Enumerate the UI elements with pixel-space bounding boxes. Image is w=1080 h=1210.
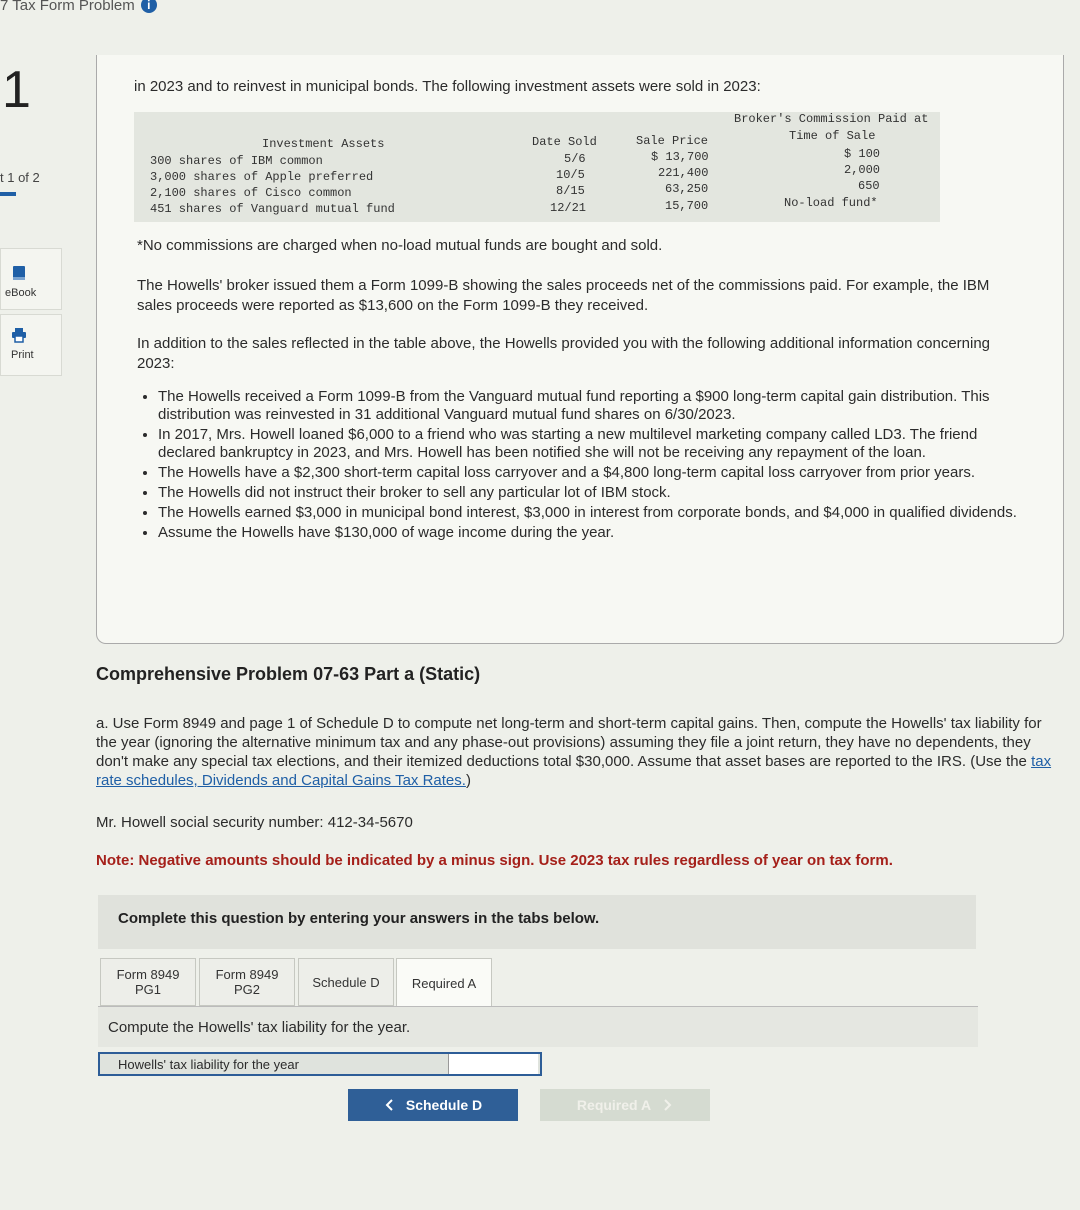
liability-row: Howells' tax liability for the year — [98, 1052, 542, 1076]
prev-button[interactable]: Schedule D — [348, 1089, 518, 1121]
next-button[interactable]: Required A — [540, 1089, 710, 1121]
col-header-price: Sale Price — [636, 134, 709, 148]
ebook-button[interactable]: eBook — [0, 248, 62, 310]
tab-label-2: PG1 — [134, 982, 161, 997]
ebook-label: eBook — [5, 287, 37, 299]
paragraph-1099b: The Howells' broker issued them a Form 1… — [137, 277, 990, 314]
row-date: 8/15 — [556, 184, 585, 198]
list-item: The Howells have a $2,300 short-term cap… — [158, 464, 1018, 482]
list-item: Assume the Howells have $130,000 of wage… — [158, 524, 1018, 542]
tab-form-8949-pg2[interactable]: Form 8949 PG2 — [199, 958, 295, 1006]
tab-panel: Compute the Howells' tax liability for t… — [98, 1007, 978, 1047]
info-icon[interactable]: i — [140, 0, 157, 13]
investment-assets-table: Investment Assets Date Sold Sale Price B… — [134, 112, 940, 222]
tab-label: Required A — [411, 976, 477, 991]
assignment-title-text: 7 Tax Form Problem — [0, 0, 135, 14]
part-a-tail: ) — [465, 772, 471, 789]
tabs-instruction-box: Complete this question by entering your … — [98, 895, 976, 949]
col-header-commission: Broker's Commission Paid at — [734, 112, 929, 126]
chevron-right-icon — [664, 1099, 672, 1111]
problem-intro: in 2023 and to reinvest in municipal bon… — [134, 78, 761, 95]
note-text: Note: Negative amounts should be indicat… — [96, 852, 893, 869]
prev-button-label: Schedule D — [405, 1097, 483, 1113]
tab-label-2: PG2 — [233, 982, 260, 997]
assignment-title: 7 Tax Form Problem i — [0, 0, 157, 14]
row-price: $ 13,700 — [651, 150, 709, 164]
part-progress-bar — [0, 192, 16, 196]
ssn-text: Mr. Howell social security number: 412-3… — [96, 814, 413, 831]
section-title: Comprehensive Problem 07-63 Part a (Stat… — [96, 664, 481, 684]
col-header-asset: Investment Assets — [262, 137, 385, 151]
list-item: The Howells earned $3,000 in municipal b… — [158, 504, 1018, 522]
row-price: 15,700 — [665, 199, 709, 213]
liability-input[interactable] — [448, 1054, 538, 1074]
row-date: 12/21 — [550, 201, 587, 215]
row-commission: 650 — [858, 179, 880, 193]
row-date: 10/5 — [556, 168, 585, 182]
print-label: Print — [11, 349, 34, 361]
tab-label: Schedule D — [312, 974, 380, 990]
next-button-label: Required A — [576, 1097, 652, 1113]
row-asset: 300 shares of IBM common — [150, 154, 323, 168]
row-asset: 451 shares of Vanguard mutual fund — [150, 202, 395, 216]
part-a-instructions: a. Use Form 8949 and page 1 of Schedule … — [96, 714, 1061, 790]
additional-info-list: The Howells received a Form 1099-B from … — [140, 388, 1018, 544]
row-price: 63,250 — [665, 182, 709, 196]
row-price: 221,400 — [658, 166, 709, 180]
list-item: The Howells received a Form 1099-B from … — [158, 388, 1018, 424]
printer-icon — [12, 328, 26, 343]
compute-label: Compute the Howells' tax liability for t… — [108, 1019, 411, 1036]
row-commission: No-load fund* — [784, 196, 878, 210]
part-a-text: a. Use Form 8949 and page 1 of Schedule … — [96, 715, 1042, 770]
tab-label: Form 8949 — [215, 967, 279, 982]
paragraph-additional-info: In addition to the sales reflected in th… — [137, 335, 991, 372]
row-date: 5/6 — [564, 152, 586, 166]
row-asset: 2,100 shares of Cisco common — [150, 186, 352, 200]
col-header-commission-2: Time of Sale — [789, 129, 876, 143]
chevron-left-icon — [385, 1099, 393, 1111]
tab-schedule-d[interactable]: Schedule D — [298, 958, 394, 1006]
row-commission: 2,000 — [844, 163, 881, 177]
list-item: The Howells did not instruct their broke… — [158, 484, 1018, 502]
tab-label: Form 8949 — [116, 967, 180, 982]
print-button[interactable]: Print — [0, 314, 62, 376]
row-asset: 3,000 shares of Apple preferred — [150, 170, 374, 184]
list-item: In 2017, Mrs. Howell loaned $6,000 to a … — [158, 426, 1018, 462]
book-icon — [13, 266, 25, 280]
row-commission: $ 100 — [844, 147, 881, 161]
col-header-date: Date Sold — [532, 135, 597, 149]
question-number: 1 — [2, 61, 31, 119]
footnote: *No commissions are charged when no-load… — [137, 237, 663, 254]
tab-form-8949-pg1[interactable]: Form 8949 PG1 — [100, 958, 196, 1006]
tab-required-a[interactable]: Required A — [396, 958, 492, 1008]
part-indicator: t 1 of 2 — [0, 170, 40, 185]
liability-label: Howells' tax liability for the year — [118, 1057, 299, 1072]
tabs-instruction: Complete this question by entering your … — [118, 910, 600, 927]
